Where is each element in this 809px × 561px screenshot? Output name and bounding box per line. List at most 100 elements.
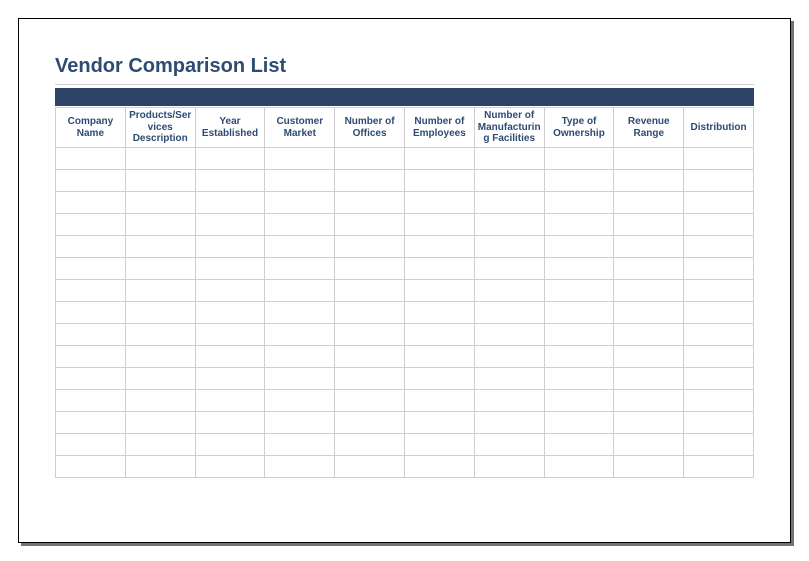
table-cell[interactable] <box>614 324 684 346</box>
table-cell[interactable] <box>404 368 474 390</box>
table-cell[interactable] <box>614 148 684 170</box>
table-cell[interactable] <box>614 236 684 258</box>
table-cell[interactable] <box>684 302 754 324</box>
table-cell[interactable] <box>335 214 405 236</box>
table-cell[interactable] <box>684 170 754 192</box>
table-cell[interactable] <box>125 346 195 368</box>
table-cell[interactable] <box>195 412 265 434</box>
table-cell[interactable] <box>125 456 195 478</box>
table-cell[interactable] <box>684 236 754 258</box>
table-cell[interactable] <box>544 346 614 368</box>
table-cell[interactable] <box>614 456 684 478</box>
table-cell[interactable] <box>265 390 335 412</box>
table-cell[interactable] <box>265 434 335 456</box>
table-cell[interactable] <box>56 148 126 170</box>
table-cell[interactable] <box>125 192 195 214</box>
table-cell[interactable] <box>125 368 195 390</box>
table-cell[interactable] <box>195 390 265 412</box>
table-cell[interactable] <box>404 324 474 346</box>
table-cell[interactable] <box>684 346 754 368</box>
table-cell[interactable] <box>335 434 405 456</box>
table-cell[interactable] <box>335 412 405 434</box>
table-cell[interactable] <box>265 324 335 346</box>
table-cell[interactable] <box>614 368 684 390</box>
table-cell[interactable] <box>474 302 544 324</box>
table-cell[interactable] <box>544 368 614 390</box>
table-cell[interactable] <box>265 214 335 236</box>
table-cell[interactable] <box>56 368 126 390</box>
table-cell[interactable] <box>195 214 265 236</box>
table-cell[interactable] <box>474 192 544 214</box>
table-cell[interactable] <box>335 170 405 192</box>
table-cell[interactable] <box>56 214 126 236</box>
table-cell[interactable] <box>265 368 335 390</box>
table-cell[interactable] <box>474 434 544 456</box>
table-cell[interactable] <box>614 346 684 368</box>
table-cell[interactable] <box>265 346 335 368</box>
table-cell[interactable] <box>544 456 614 478</box>
table-cell[interactable] <box>56 236 126 258</box>
table-cell[interactable] <box>125 280 195 302</box>
table-cell[interactable] <box>56 280 126 302</box>
table-cell[interactable] <box>56 324 126 346</box>
table-cell[interactable] <box>474 412 544 434</box>
table-cell[interactable] <box>544 192 614 214</box>
table-cell[interactable] <box>404 456 474 478</box>
table-cell[interactable] <box>335 148 405 170</box>
table-cell[interactable] <box>335 456 405 478</box>
table-cell[interactable] <box>614 170 684 192</box>
table-cell[interactable] <box>684 434 754 456</box>
table-cell[interactable] <box>614 214 684 236</box>
table-cell[interactable] <box>614 434 684 456</box>
table-cell[interactable] <box>614 258 684 280</box>
table-cell[interactable] <box>474 258 544 280</box>
table-cell[interactable] <box>125 170 195 192</box>
table-cell[interactable] <box>195 280 265 302</box>
table-cell[interactable] <box>265 148 335 170</box>
table-cell[interactable] <box>544 434 614 456</box>
table-cell[interactable] <box>125 148 195 170</box>
table-cell[interactable] <box>474 236 544 258</box>
table-cell[interactable] <box>684 280 754 302</box>
table-cell[interactable] <box>684 390 754 412</box>
table-cell[interactable] <box>404 170 474 192</box>
table-cell[interactable] <box>335 324 405 346</box>
table-cell[interactable] <box>125 214 195 236</box>
table-cell[interactable] <box>195 434 265 456</box>
table-cell[interactable] <box>265 258 335 280</box>
table-cell[interactable] <box>544 170 614 192</box>
table-cell[interactable] <box>544 236 614 258</box>
table-cell[interactable] <box>474 368 544 390</box>
table-cell[interactable] <box>614 280 684 302</box>
table-cell[interactable] <box>125 390 195 412</box>
table-cell[interactable] <box>404 280 474 302</box>
table-cell[interactable] <box>544 324 614 346</box>
table-cell[interactable] <box>404 236 474 258</box>
table-cell[interactable] <box>265 170 335 192</box>
table-cell[interactable] <box>195 346 265 368</box>
table-cell[interactable] <box>56 434 126 456</box>
table-cell[interactable] <box>474 456 544 478</box>
table-cell[interactable] <box>474 170 544 192</box>
table-cell[interactable] <box>56 412 126 434</box>
table-cell[interactable] <box>125 434 195 456</box>
table-cell[interactable] <box>404 434 474 456</box>
table-cell[interactable] <box>335 302 405 324</box>
table-cell[interactable] <box>265 456 335 478</box>
table-cell[interactable] <box>125 258 195 280</box>
table-cell[interactable] <box>56 192 126 214</box>
table-cell[interactable] <box>195 148 265 170</box>
table-cell[interactable] <box>195 170 265 192</box>
table-cell[interactable] <box>544 258 614 280</box>
table-cell[interactable] <box>684 214 754 236</box>
table-cell[interactable] <box>335 346 405 368</box>
table-cell[interactable] <box>474 214 544 236</box>
table-cell[interactable] <box>56 390 126 412</box>
table-cell[interactable] <box>125 412 195 434</box>
table-cell[interactable] <box>684 324 754 346</box>
table-cell[interactable] <box>544 148 614 170</box>
table-cell[interactable] <box>335 368 405 390</box>
table-cell[interactable] <box>195 258 265 280</box>
table-cell[interactable] <box>684 456 754 478</box>
table-cell[interactable] <box>195 236 265 258</box>
